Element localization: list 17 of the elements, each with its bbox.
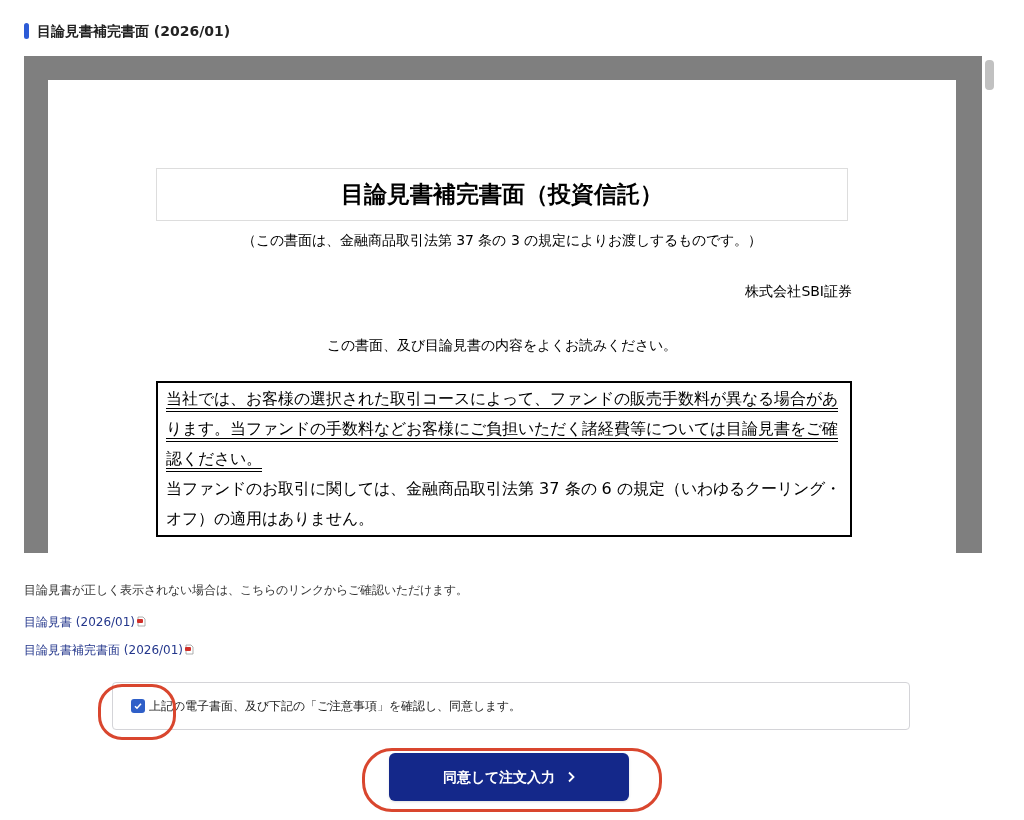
notice-text: 当社では、お客様の選択された取引コースによって、ファンドの販売手数料が異なる場合があります。当ファンドの手数料などお客様にご負担いただく諸経費等については目論見書をご確認ください。 当ファンドのお取引に関しては、金融商品取引法第 37 条の 6 の規定（いわゆるクーリング・オフ）の適用はありません。	[156, 381, 852, 537]
checkmark-icon	[133, 701, 143, 711]
document-subtitle: （この書面は、金融商品取引法第 37 条の 3 の規定によりお渡しするものです。）	[240, 231, 764, 250]
chevron-right-icon	[567, 771, 575, 783]
document-link[interactable]: 目論見書 (2026/01)	[24, 613, 147, 631]
intro-text: この書面、及び目論見書の内容をよくお読みください。	[326, 336, 678, 355]
scrollbar-thumb[interactable]	[985, 60, 994, 90]
heading-marker	[24, 23, 29, 39]
document-title: 目論見書補完書面（投資信託）	[156, 168, 848, 221]
agreement-checkbox[interactable]	[131, 699, 145, 713]
section-title: 目論見書補完書面 (2026/01)	[37, 21, 231, 41]
pdf-icon	[137, 616, 147, 627]
submit-button[interactable]: 同意して注文入力	[389, 753, 629, 801]
company-name: 株式会社SBI証券	[745, 282, 852, 301]
fallback-note: 目論見書が正しく表示されない場合は、こちらのリンクからご確認いただけます。	[24, 582, 469, 599]
document-link[interactable]: 目論見書補完書面 (2026/01)	[24, 641, 195, 659]
pdf-icon	[185, 644, 195, 655]
